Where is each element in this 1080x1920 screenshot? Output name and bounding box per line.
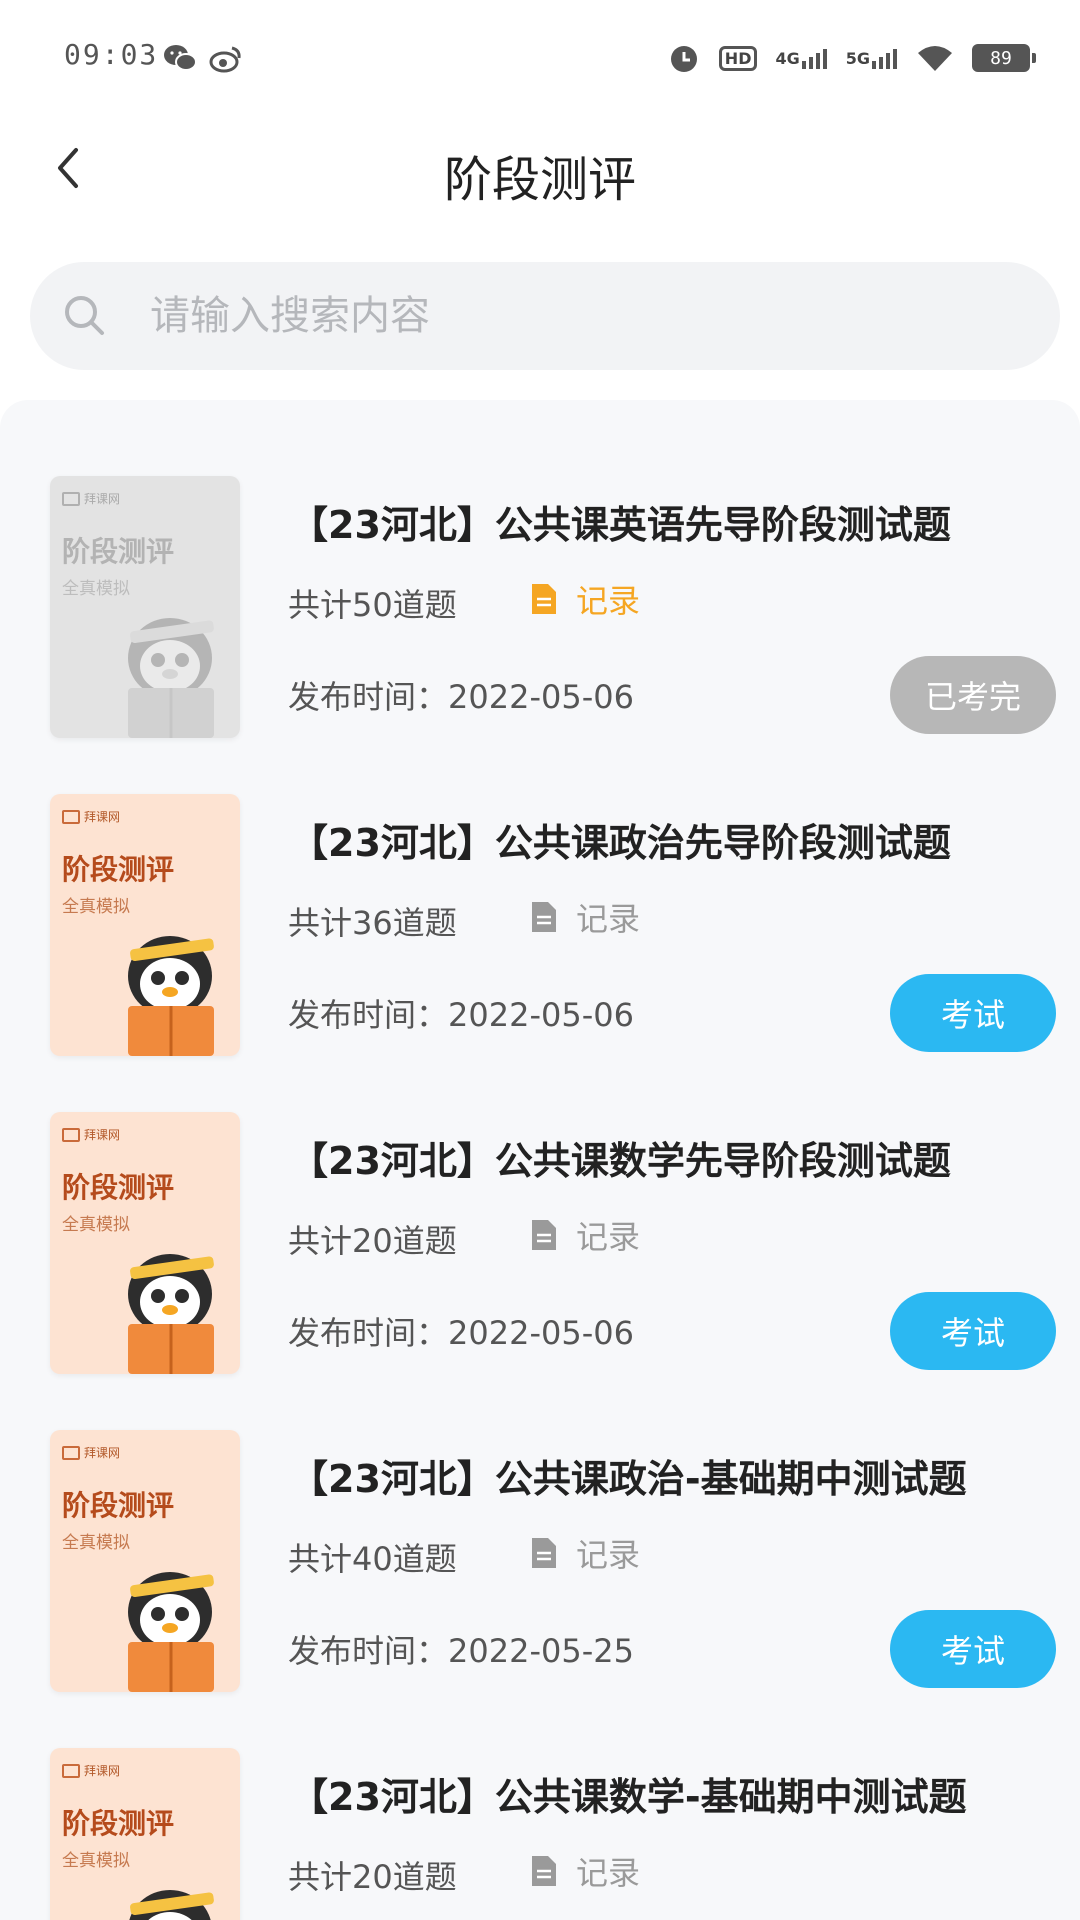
signal-4g-icon: 4G [775,47,827,69]
list-item[interactable]: 拜课网 阶段测评 全真模拟 【23河北】公共课政治先导阶段测试题 共计36道题 … [0,718,1080,1056]
document-icon [532,584,556,614]
penguin-mascot-icon [129,1890,214,1920]
document-icon [532,902,556,932]
record-link[interactable]: 记录 [530,1530,640,1576]
item-title[interactable]: 【23河北】公共课政治先导阶段测试题 [290,812,951,867]
item-title[interactable]: 【23河北】公共课政治-基础期中测试题 [290,1448,967,1503]
weibo-icon [209,46,241,73]
wechat-icon [164,45,197,71]
publish-date: 发布时间：2022-05-06 [288,678,634,716]
wifi-icon [918,46,952,71]
item-title[interactable]: 【23河北】公共课英语先导阶段测试题 [290,494,951,549]
record-link[interactable]: 记录 [530,894,640,940]
assessment-list: 拜课网 阶段测评 全真模拟 【23河北】公共课英语先导阶段测试题 共计50道题 … [0,400,1080,1920]
document-icon [532,1220,556,1250]
cover-brand: 拜课网 [62,1762,120,1779]
record-label: 记录 [576,582,641,620]
cover-image[interactable]: 拜课网 阶段测评 全真模拟 [50,1748,240,1920]
hd-icon: HD [718,45,758,71]
penguin-mascot-icon [128,936,214,1056]
publish-date: 发布时间：2022-05-06 [288,996,634,1034]
question-count: 共计50道题 [288,586,457,624]
cover-title: 阶段测评 [62,1489,175,1522]
cover-brand: 拜课网 [62,1126,120,1143]
cover-brand: 拜课网 [62,490,120,507]
status-time: 09:03 [64,38,159,71]
cover-image[interactable]: 拜课网 阶段测评 全真模拟 [50,1430,240,1692]
battery-icon: 89 [972,44,1036,72]
cover-title: 阶段测评 [62,1807,175,1840]
record-label: 记录 [576,900,641,938]
penguin-mascot-icon [128,1254,214,1374]
penguin-mascot-icon [128,618,214,738]
cover-image[interactable]: 拜课网 阶段测评 全真模拟 [50,1112,240,1374]
cover-title: 阶段测评 [62,1171,175,1204]
signal-5g-icon: 5G [846,47,898,69]
page-title: 阶段测评 [443,152,636,208]
cover-title: 阶段测评 [62,853,175,886]
publish-date: 发布时间：2022-05-06 [288,1314,634,1352]
record-link[interactable]: 记录 [530,1848,640,1894]
record-link[interactable]: 记录 [530,1212,640,1258]
search-bar[interactable] [30,262,1060,370]
penguin-mascot-icon [128,1572,214,1692]
question-count: 共计40道题 [288,1540,457,1578]
list-item[interactable]: 拜课网 阶段测评 全真模拟 【23河北】公共课英语先导阶段测试题 共计50道题 … [0,400,1080,738]
question-count: 共计20道题 [288,1858,457,1896]
list-item[interactable]: 拜课网 阶段测评 全真模拟 【23河北】公共课数学先导阶段测试题 共计20道题 … [0,1036,1080,1374]
record-label: 记录 [576,1854,641,1892]
status-right: HD 4G 5G 89 [667,38,1036,78]
list-item[interactable]: 拜课网 阶段测评 全真模拟 【23河北】公共课数学-基础期中测试题 共计20道题… [0,1672,1080,1920]
status-bar: 09:03 HD 4G 5G 89 [0,0,1080,110]
record-label: 记录 [576,1218,641,1256]
cover-image[interactable]: 拜课网 阶段测评 全真模拟 [50,794,240,1056]
list-item[interactable]: 拜课网 阶段测评 全真模拟 【23河北】公共课政治-基础期中测试题 共计40道题… [0,1354,1080,1692]
record-label: 记录 [576,1536,641,1574]
question-count: 共计20道题 [288,1222,457,1260]
search-icon [65,296,104,335]
item-title[interactable]: 【23河北】公共课数学-基础期中测试题 [290,1766,967,1821]
cover-brand: 拜课网 [62,1444,120,1461]
document-icon [532,1856,556,1886]
cover-image[interactable]: 拜课网 阶段测评 全真模拟 [50,476,240,738]
item-title[interactable]: 【23河北】公共课数学先导阶段测试题 [290,1130,951,1185]
record-link[interactable]: 记录 [530,576,640,622]
header: 阶段测评 [0,110,1080,230]
cover-brand: 拜课网 [62,808,120,825]
alarm-icon [670,46,697,72]
publish-date: 发布时间：2022-05-25 [288,1632,634,1670]
cover-title: 阶段测评 [62,535,175,568]
question-count: 共计36道题 [288,904,457,942]
search-input[interactable] [150,293,950,339]
document-icon [532,1538,556,1568]
